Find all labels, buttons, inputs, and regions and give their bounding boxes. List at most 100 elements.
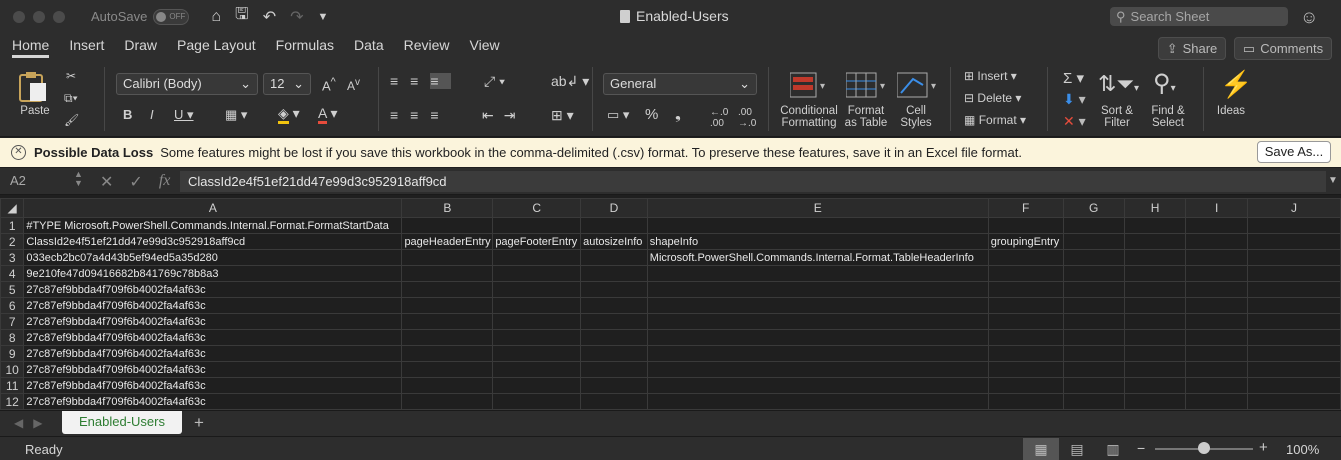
cell-styles-icon[interactable]: ▾ bbox=[896, 71, 939, 104]
grid-cell[interactable] bbox=[580, 249, 648, 266]
grid-cell[interactable]: pageHeaderEntry bbox=[401, 233, 494, 250]
grid-cell[interactable] bbox=[1185, 313, 1249, 330]
grid-cell[interactable] bbox=[1123, 233, 1187, 250]
grid-cell[interactable] bbox=[580, 313, 648, 330]
grid-cell[interactable] bbox=[580, 345, 648, 362]
italic-button[interactable]: I bbox=[150, 107, 154, 122]
grid-cell[interactable]: 27c87ef9bbda4f709f6b4002fa4af63c bbox=[23, 313, 403, 330]
home-icon[interactable]: ⌂ bbox=[211, 8, 221, 26]
grid-cell[interactable]: 033ecb2bc07a4d43b5ef94ed5a35d280 bbox=[23, 249, 403, 266]
grid-cell[interactable] bbox=[492, 361, 582, 378]
grid-cell[interactable] bbox=[1185, 329, 1249, 346]
feedback-smiley-icon[interactable]: ☺ bbox=[1300, 7, 1318, 28]
row-header[interactable]: 4 bbox=[0, 265, 25, 282]
grid-cell[interactable]: #TYPE Microsoft.PowerShell.Commands.Inte… bbox=[23, 217, 403, 234]
grid-cell[interactable]: 27c87ef9bbda4f709f6b4002fa4af63c bbox=[23, 361, 403, 378]
merge-center-icon[interactable]: ⊞ ▾ bbox=[551, 107, 574, 124]
grid-cell[interactable] bbox=[1247, 393, 1341, 410]
row-header[interactable]: 11 bbox=[0, 377, 25, 394]
share-button[interactable]: ⇪ Share bbox=[1158, 37, 1226, 60]
indent-icons[interactable]: ⇤⇥ bbox=[482, 107, 525, 124]
sheet-tab-enabled-users[interactable]: Enabled-Users bbox=[62, 411, 182, 434]
column-header[interactable]: D bbox=[580, 198, 648, 218]
clear-icon[interactable]: ✕ ▾ bbox=[1063, 113, 1086, 130]
tab-formulas[interactable]: Formulas bbox=[276, 37, 334, 57]
search-sheet-input[interactable]: ⚲ Search Sheet bbox=[1110, 7, 1288, 26]
grid-cell[interactable] bbox=[492, 313, 582, 330]
tab-view[interactable]: View bbox=[470, 37, 500, 57]
grid-cell[interactable] bbox=[1185, 345, 1249, 362]
grid-cell[interactable] bbox=[401, 297, 494, 314]
grid-cell[interactable]: shapeInfo bbox=[646, 233, 989, 250]
formula-input[interactable]: ClassId2e4f51ef21dd47e99d3c952918aff9cd bbox=[180, 171, 1326, 192]
grid-cell[interactable] bbox=[492, 281, 582, 298]
expand-formula-bar-icon[interactable]: ▼ bbox=[1328, 175, 1338, 186]
underline-button[interactable]: U ▾ bbox=[174, 107, 194, 123]
grid-cell[interactable] bbox=[1123, 393, 1187, 410]
format-painter-icon[interactable]: 🖌 bbox=[64, 113, 79, 127]
grid-cell[interactable] bbox=[1185, 377, 1249, 394]
column-header[interactable]: B bbox=[401, 198, 494, 218]
grid-cell[interactable] bbox=[580, 329, 648, 346]
grid-cell[interactable] bbox=[492, 329, 582, 346]
grid-cell[interactable]: autosizeInfo bbox=[580, 233, 648, 250]
tab-review[interactable]: Review bbox=[404, 37, 450, 57]
column-header[interactable]: C bbox=[492, 198, 582, 218]
zoom-window-button[interactable] bbox=[53, 10, 65, 23]
grid-cell[interactable] bbox=[401, 313, 494, 330]
grid-cell[interactable] bbox=[1123, 345, 1187, 362]
grid-cell[interactable] bbox=[492, 345, 582, 362]
zoom-out-icon[interactable]: − bbox=[1137, 440, 1145, 456]
grid-cell[interactable]: groupingEntry bbox=[987, 233, 1064, 250]
name-box-stepper-icon[interactable]: ▲ ▼ bbox=[74, 170, 83, 188]
grid-cell[interactable] bbox=[1185, 281, 1249, 298]
page-break-view-icon[interactable]: ▥ bbox=[1095, 438, 1131, 460]
grid-cell[interactable] bbox=[492, 297, 582, 314]
format-as-table-icon[interactable]: ▾ bbox=[845, 71, 888, 104]
find-select-icon[interactable]: ⚲▾ bbox=[1153, 69, 1176, 98]
grid-cell[interactable] bbox=[987, 345, 1064, 362]
grid-cell[interactable] bbox=[1062, 217, 1125, 234]
font-size-select[interactable]: 12 ⌄ bbox=[263, 73, 311, 95]
fill-color-icon[interactable]: ◈ ▾ bbox=[278, 105, 300, 124]
grid-cell[interactable]: 27c87ef9bbda4f709f6b4002fa4af63c bbox=[23, 329, 403, 346]
grid-cell[interactable] bbox=[646, 345, 989, 362]
horizontal-align-icons[interactable]: ≡≡≡ bbox=[390, 107, 451, 123]
row-header[interactable]: 7 bbox=[0, 313, 25, 330]
tab-insert[interactable]: Insert bbox=[69, 37, 104, 57]
grid-cell[interactable] bbox=[987, 313, 1064, 330]
row-header[interactable]: 10 bbox=[0, 361, 25, 378]
row-header[interactable]: 1 bbox=[0, 217, 25, 234]
grid-cell[interactable] bbox=[987, 249, 1064, 266]
column-header[interactable]: J bbox=[1247, 198, 1341, 218]
currency-icon[interactable]: ▭ ▾ bbox=[607, 107, 629, 123]
copy-icon[interactable]: ⧉▾ bbox=[64, 91, 78, 106]
grid-cell[interactable] bbox=[646, 217, 989, 234]
column-header[interactable]: H bbox=[1123, 198, 1187, 218]
grid-cell[interactable] bbox=[1247, 297, 1341, 314]
column-header[interactable]: F bbox=[987, 198, 1064, 218]
grid-cell[interactable] bbox=[580, 393, 648, 410]
grid-cell[interactable] bbox=[1247, 377, 1341, 394]
minimize-window-button[interactable] bbox=[33, 10, 45, 23]
grid-cell[interactable] bbox=[492, 393, 582, 410]
tab-home[interactable]: Home bbox=[12, 37, 50, 58]
grid-cell[interactable] bbox=[580, 377, 648, 394]
grid-cell[interactable] bbox=[1247, 217, 1341, 234]
grid-cell[interactable] bbox=[646, 313, 989, 330]
grid-cell[interactable] bbox=[1062, 297, 1125, 314]
increase-font-icon[interactable]: A^ bbox=[322, 76, 336, 93]
grid-cell[interactable] bbox=[987, 361, 1064, 378]
font-color-icon[interactable]: A ▾ bbox=[318, 105, 338, 124]
grid-cell[interactable] bbox=[401, 217, 494, 234]
grid-cell[interactable] bbox=[492, 217, 582, 234]
grid-cell[interactable] bbox=[646, 393, 989, 410]
grid-cell[interactable] bbox=[987, 217, 1064, 234]
fill-icon[interactable]: ⬇ ▾ bbox=[1063, 91, 1086, 108]
insert-cells-button[interactable]: ⊞ Insert ▾ bbox=[964, 69, 1017, 83]
grid-cell[interactable] bbox=[1062, 281, 1125, 298]
grid-cell[interactable] bbox=[1123, 297, 1187, 314]
save-as-button[interactable]: Save As... bbox=[1257, 141, 1331, 163]
tab-page-layout[interactable]: Page Layout bbox=[177, 37, 256, 57]
close-window-button[interactable] bbox=[13, 10, 25, 23]
